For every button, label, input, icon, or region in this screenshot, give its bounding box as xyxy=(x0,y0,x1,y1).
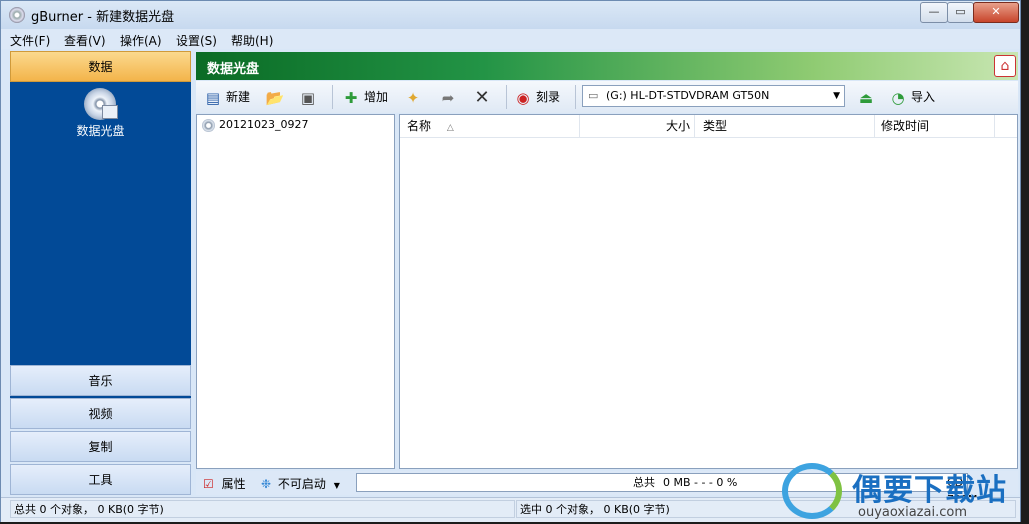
toolbar: ▤ 新建 📂 ▣ ✚ 增加 ✦ ➦ ✕ ◉ 刻录 ▭ (G:) HL-DT-STDVDR… xyxy=(196,81,1018,113)
menu-view[interactable]: 查看(V) xyxy=(64,32,106,49)
open-button[interactable]: 📂 xyxy=(265,84,288,110)
properties-label: 属性 xyxy=(221,477,246,491)
burn-label: 刻录 xyxy=(536,90,561,104)
burn-disc-icon: ◉ xyxy=(516,88,530,107)
add-button[interactable]: ✚ 增加 xyxy=(341,84,388,110)
boot-dropdown[interactable]: ❉ 不可启动 ▼ xyxy=(261,475,340,492)
new-folder-icon: ✦ xyxy=(406,88,420,107)
watermark-url: ouyaoxiazai.com xyxy=(858,505,967,520)
menu-file[interactable]: 文件(F) xyxy=(10,32,50,49)
window-title: gBurner - 新建数据光盘 xyxy=(31,10,175,25)
menu-bar: 文件(F) 查看(V) 操作(A) 设置(S) 帮助(H) xyxy=(1,29,1020,49)
properties-button[interactable]: ☑ 属性 xyxy=(203,475,246,492)
move-button[interactable]: ➦ xyxy=(438,84,461,110)
new-button[interactable]: ▤ 新建 xyxy=(203,84,250,110)
app-window: gBurner - 新建数据光盘 — ▭ ✕ 文件(F) 查看(V) 操作(A)… xyxy=(0,0,1021,522)
section-header: 数据光盘 ⌂ xyxy=(196,52,1018,80)
menu-action[interactable]: 操作(A) xyxy=(120,32,162,49)
import-label: 导入 xyxy=(911,90,936,104)
boot-label: 不可启动 xyxy=(277,477,326,491)
title-bar: gBurner - 新建数据光盘 — ▭ ✕ xyxy=(1,1,1020,29)
watermark-logo xyxy=(782,463,842,519)
minimize-button[interactable]: — xyxy=(920,2,948,23)
document-overlay-icon xyxy=(102,105,118,119)
drive-value: (G:) HL-DT-STDVDRAM GT50N xyxy=(606,89,770,102)
boot-icon: ❉ xyxy=(261,477,272,491)
maximize-button[interactable]: ▭ xyxy=(947,2,974,23)
home-icon[interactable]: ⌂ xyxy=(994,55,1016,77)
delete-x-icon: ✕ xyxy=(474,86,490,108)
new-folder-button[interactable]: ✦ xyxy=(403,84,426,110)
add-file-icon: ✚ xyxy=(344,88,358,107)
import-button[interactable]: ◔ 导入 xyxy=(888,84,935,110)
burn-button[interactable]: ◉ 刻录 xyxy=(513,84,560,110)
category-tools[interactable]: 工具 xyxy=(10,464,191,495)
category-sidebar: 数据 数据光盘 音乐 视频 复制 工具 xyxy=(10,51,192,495)
category-music[interactable]: 音乐 xyxy=(10,365,191,396)
column-type[interactable]: 类型 xyxy=(695,115,875,137)
eject-icon: ⏏ xyxy=(858,88,874,107)
eject-button[interactable]: ⏏ xyxy=(856,84,879,110)
folder-tree: 20121023_0927 xyxy=(196,114,395,469)
sort-ascending-icon: △ xyxy=(446,123,454,133)
chevron-down-icon: ▼ xyxy=(833,91,840,101)
data-disc-label: 数据光盘 xyxy=(76,124,125,138)
menu-settings[interactable]: 设置(S) xyxy=(176,32,217,49)
move-document-icon: ➦ xyxy=(441,88,455,107)
drive-select[interactable]: ▭ (G:) HL-DT-STDVDRAM GT50N ▼ xyxy=(582,85,845,107)
add-label: 增加 xyxy=(364,90,389,104)
column-name[interactable]: 名称 △ xyxy=(400,115,580,137)
import-disc-icon: ◔ xyxy=(891,88,905,107)
delete-button[interactable]: ✕ xyxy=(472,84,495,110)
close-button[interactable]: ✕ xyxy=(973,2,1019,23)
tree-root-item[interactable]: 20121023_0927 xyxy=(202,118,308,132)
menu-help[interactable]: 帮助(H) xyxy=(231,32,273,49)
new-document-icon: ▤ xyxy=(205,88,221,107)
save-button[interactable]: ▣ xyxy=(298,84,321,110)
watermark: 偶要下载站 ouyaoxiazai.com xyxy=(782,461,1028,524)
drive-icon: ▭ xyxy=(588,89,599,102)
chevron-down-icon: ▼ xyxy=(333,481,340,490)
column-name-label: 名称 xyxy=(407,119,432,133)
disc-icon xyxy=(202,118,215,132)
column-modified[interactable]: 修改时间 xyxy=(875,115,995,137)
save-icon: ▣ xyxy=(300,88,316,107)
category-copy[interactable]: 复制 xyxy=(10,431,191,462)
new-label: 新建 xyxy=(226,90,251,104)
list-header: 名称 △ 大小 类型 修改时间 xyxy=(400,115,1017,138)
toolbar-separator xyxy=(506,85,507,109)
properties-icon: ☑ xyxy=(203,477,214,491)
category-data[interactable]: 数据 xyxy=(10,51,191,82)
category-video[interactable]: 视频 xyxy=(10,398,191,429)
app-disc-icon xyxy=(9,7,25,23)
progress-text: - - - 0 % xyxy=(694,476,738,489)
column-size[interactable]: 大小 xyxy=(580,115,695,137)
open-folder-icon: 📂 xyxy=(265,88,285,107)
watermark-name: 偶要下载站 xyxy=(852,473,1007,508)
total-label: 总共 xyxy=(633,476,655,489)
file-list: 名称 △ 大小 类型 修改时间 xyxy=(399,114,1018,469)
toolbar-separator xyxy=(575,85,576,109)
total-size: 0 MB xyxy=(663,476,691,489)
tree-root-label: 20121023_0927 xyxy=(219,118,309,131)
status-total: 总共 0 个对象， 0 KB(0 字节) xyxy=(10,500,515,518)
toolbar-separator xyxy=(332,85,333,109)
section-title: 数据光盘 xyxy=(207,62,260,77)
